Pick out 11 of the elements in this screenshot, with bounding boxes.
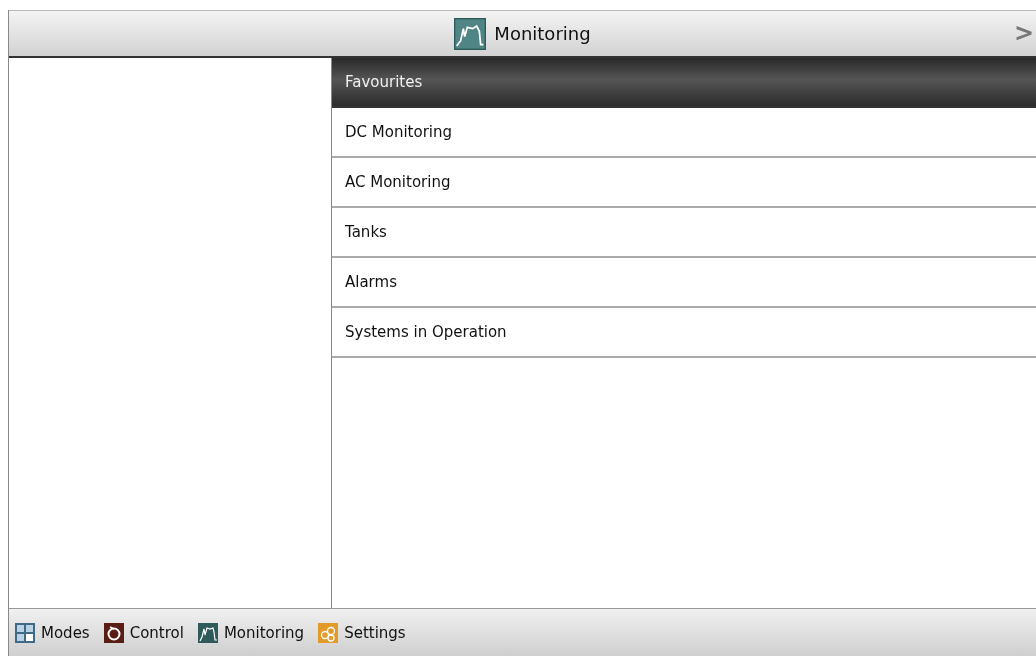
ring-icon	[103, 622, 124, 643]
nav-tab[interactable]: Settings	[318, 622, 406, 643]
window-title: Monitoring	[494, 23, 591, 44]
grid-icon	[15, 622, 35, 643]
monitor-wave-icon	[197, 622, 218, 643]
nav-tab[interactable]: Modes	[15, 622, 90, 643]
menu-item[interactable]: Favourites	[332, 58, 1036, 108]
monitor-wave-icon	[454, 17, 487, 50]
nav-tab[interactable]: Monitoring	[197, 622, 305, 643]
gears-icon	[318, 622, 339, 643]
nav-tab[interactable]: Control	[103, 622, 184, 643]
